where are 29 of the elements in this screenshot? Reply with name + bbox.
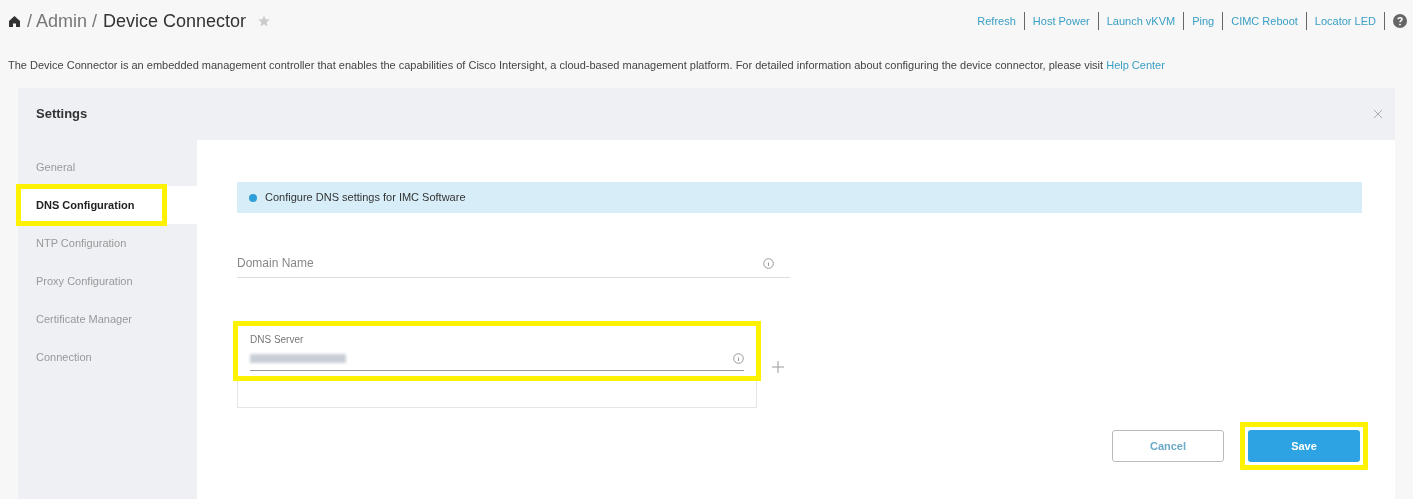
sidebar-item[interactable]: General [18, 148, 197, 186]
breadcrumb-link[interactable]: / Admin / [27, 7, 98, 35]
header-action-link[interactable]: Locator LED [1314, 12, 1376, 30]
help-icon[interactable] [1393, 14, 1407, 28]
description-text: The Device Connector is an embedded management controller that enables the capabilities of Cisco Intersight, a cloud-based management platform. For detailed information about configuring the device connector, please visit Help Center [8, 57, 1165, 73]
domain-name-field[interactable]: Domain Name [237, 248, 790, 278]
info-banner-text: Configure DNS settings for IMC Software [265, 190, 466, 206]
info-icon [763, 258, 774, 269]
cancel-button[interactable]: Cancel [1112, 430, 1224, 462]
sidebar-item[interactable]: Connection [18, 338, 197, 376]
save-button[interactable]: Save [1248, 430, 1360, 462]
header-action-link[interactable]: CIMC Reboot [1231, 12, 1298, 30]
header-action-link[interactable]: Ping [1192, 12, 1215, 30]
info-icon [733, 353, 744, 364]
sidebar-item[interactable]: Proxy Configuration [18, 262, 197, 300]
sidebar-item[interactable]: NTP Configuration [18, 224, 197, 262]
header-action-link[interactable]: Host Power [1032, 12, 1090, 30]
close-icon[interactable] [1371, 107, 1385, 121]
add-icon[interactable] [772, 360, 784, 373]
home-icon[interactable] [8, 14, 21, 28]
sidebar-item[interactable]: DNS Configuration [18, 186, 165, 224]
header-action-link[interactable]: Refresh [977, 12, 1016, 30]
help-center-link[interactable]: Help Center [1106, 58, 1165, 71]
star-icon[interactable] [258, 15, 271, 27]
page-title: Device Connector [103, 9, 247, 33]
header-action-link[interactable]: Launch vKVM [1106, 12, 1176, 30]
sidebar-item[interactable]: Certificate Manager [18, 300, 197, 338]
settings-title: Settings [36, 105, 88, 124]
info-icon [249, 193, 257, 202]
